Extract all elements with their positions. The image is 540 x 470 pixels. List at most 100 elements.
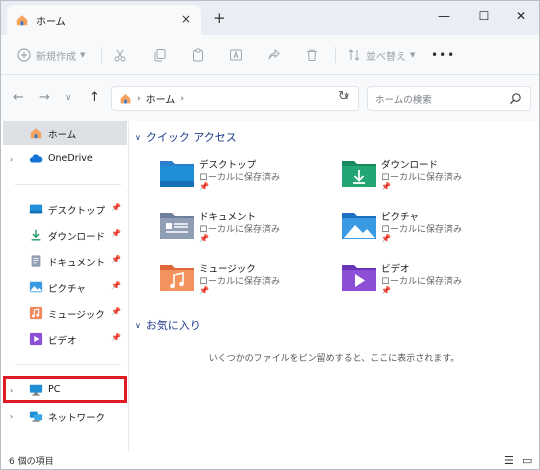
favorites-empty-message: いくつかのファイルをピン留めすると、ここに表示されます。 <box>208 354 460 364</box>
pin-icon: 📌 <box>199 286 209 295</box>
pictures-folder-icon <box>342 213 376 239</box>
share-button[interactable] <box>267 45 281 65</box>
plus-circle-icon <box>17 48 31 62</box>
sidebar-item-videos[interactable]: ビデオ 📌 <box>3 327 127 351</box>
favorites-title: お気に入り <box>145 319 201 332</box>
quick-access-item-downloads[interactable]: ダウンロード ローカルに保存済み 📌 <box>341 155 511 197</box>
minimize-button[interactable]: — <box>429 5 459 27</box>
pin-icon: 📌 <box>111 307 121 316</box>
sidebar-item-onedrive[interactable]: › OneDrive <box>3 147 127 171</box>
sidebar-divider <box>15 364 121 365</box>
item-name: ドキュメント <box>199 212 257 223</box>
sidebar-item-documents[interactable]: ドキュメント 📌 <box>3 249 127 273</box>
forward-arrow-icon[interactable]: → <box>39 90 50 105</box>
search-input[interactable]: ホームの検索 <box>367 86 531 111</box>
command-bar: 新規作成 ▼ 並べ替え ▼ ••• <box>1 35 539 75</box>
expand-chevron-icon[interactable]: › <box>10 412 13 421</box>
cut-button[interactable] <box>113 45 127 65</box>
breadcrumb-chevron-icon[interactable]: › <box>180 94 184 104</box>
music-folder-icon <box>160 265 194 291</box>
pin-icon: 📌 <box>111 255 121 264</box>
details-view-icon[interactable]: ☰ <box>504 454 514 467</box>
breadcrumb-home[interactable]: ホーム <box>146 91 176 106</box>
sort-button[interactable]: 並べ替え ▼ <box>347 45 415 65</box>
new-tab-button[interactable]: + <box>213 9 226 27</box>
address-bar[interactable]: › ホーム › ∨ <box>111 86 359 111</box>
sidebar-divider <box>15 184 121 185</box>
downloads-folder-icon <box>342 161 376 187</box>
recent-chevron-icon[interactable]: ∨ <box>65 93 72 103</box>
home-icon <box>120 94 131 104</box>
sidebar-item-pictures[interactable]: ピクチャ 📌 <box>3 275 127 299</box>
item-name: ミュージック <box>199 264 256 275</box>
search-icon <box>509 93 521 105</box>
toolbar-divider <box>101 47 102 63</box>
sidebar-item-label: ピクチャ <box>48 284 86 295</box>
title-bar: ホーム × + — ☐ ✕ <box>1 1 539 35</box>
pin-icon: 📌 <box>381 182 391 191</box>
sidebar-item-network[interactable]: › ネットワーク <box>3 404 127 428</box>
tab-home[interactable]: ホーム × <box>7 5 201 35</box>
cloud-icon <box>29 154 43 163</box>
sidebar-item-label: ネットワーク <box>48 413 106 424</box>
paste-button[interactable] <box>191 45 205 65</box>
refresh-icon[interactable]: ↻ <box>338 89 349 104</box>
new-button-label: 新規作成 <box>36 51 76 63</box>
search-placeholder: ホームの検索 <box>375 94 432 106</box>
sort-icon <box>348 49 360 61</box>
address-row: ← → ∨ ↑ › ホーム › ∨ ↻ ホームの検索 <box>1 75 539 121</box>
chevron-down-icon: ▼ <box>80 51 86 59</box>
rename-icon <box>230 49 242 61</box>
item-name: ダウンロード <box>381 160 439 171</box>
pin-icon: 📌 <box>111 281 121 290</box>
close-button[interactable]: ✕ <box>506 5 536 27</box>
rename-button[interactable] <box>229 45 243 65</box>
pin-icon: 📌 <box>199 234 209 243</box>
home-icon <box>30 128 42 139</box>
sidebar-item-home[interactable]: ホーム <box>3 121 127 145</box>
sidebar-item-desktop[interactable]: デスクトップ 📌 <box>3 197 127 221</box>
quick-access-item-videos[interactable]: ビデオ ローカルに保存済み 📌 <box>341 259 511 301</box>
quick-access-title: クイック アクセス <box>145 131 237 144</box>
sidebar-item-label: ホーム <box>48 130 77 141</box>
copy-button[interactable] <box>153 45 167 65</box>
up-arrow-icon[interactable]: ↑ <box>89 90 100 105</box>
sort-button-label: 並べ替え <box>366 51 406 63</box>
download-icon <box>31 229 41 241</box>
quick-access-item-pictures[interactable]: ピクチャ ローカルに保存済み 📌 <box>341 207 511 249</box>
network-icon <box>29 411 43 422</box>
collapse-chevron-icon: ∨ <box>135 320 141 330</box>
more-options-button[interactable]: ••• <box>431 45 455 65</box>
share-icon <box>268 48 280 60</box>
pin-icon: 📌 <box>111 203 121 212</box>
back-arrow-icon[interactable]: ← <box>13 90 24 105</box>
item-status: ローカルに保存済み <box>381 173 463 183</box>
clipboard-icon <box>193 48 203 62</box>
collapse-chevron-icon: ∨ <box>135 132 141 142</box>
quick-access-item-documents[interactable]: ドキュメント ローカルに保存済み 📌 <box>159 207 329 249</box>
item-status: ローカルに保存済み <box>199 277 281 287</box>
file-explorer-window: ホーム × + — ☐ ✕ 新規作成 ▼ 並べ替え ▼ ••• ← → ∨ ↑ … <box>0 0 540 470</box>
sidebar-item-downloads[interactable]: ダウンロード 📌 <box>3 223 127 247</box>
favorites-header[interactable]: ∨ お気に入り <box>135 317 201 333</box>
expand-chevron-icon[interactable]: › <box>10 155 13 164</box>
delete-button[interactable] <box>305 45 319 65</box>
maximize-button[interactable]: ☐ <box>469 5 499 27</box>
quick-access-item-music[interactable]: ミュージック ローカルに保存済み 📌 <box>159 259 329 301</box>
quick-access-header[interactable]: ∨ クイック アクセス <box>135 129 237 145</box>
tiles-view-icon[interactable]: ▭ <box>522 454 532 467</box>
item-name: ピクチャ <box>381 212 419 223</box>
sidebar-item-music[interactable]: ミュージック 📌 <box>3 301 127 325</box>
item-count: 6 個の項目 <box>9 456 54 467</box>
pin-icon: 📌 <box>111 229 121 238</box>
copy-icon <box>154 49 166 62</box>
tab-close-button[interactable]: × <box>181 12 191 26</box>
sidebar-item-label: OneDrive <box>48 153 93 164</box>
new-button[interactable]: 新規作成 ▼ <box>17 45 85 65</box>
item-name: ビデオ <box>381 264 410 275</box>
item-status: ローカルに保存済み <box>381 225 463 235</box>
pin-icon: 📌 <box>381 234 391 243</box>
status-bar: 6 個の項目 ☰ ▭ <box>1 451 539 469</box>
quick-access-item-desktop[interactable]: デスクトップ ローカルに保存済み 📌 <box>159 155 329 197</box>
sidebar-item-label: ドキュメント <box>48 258 106 269</box>
